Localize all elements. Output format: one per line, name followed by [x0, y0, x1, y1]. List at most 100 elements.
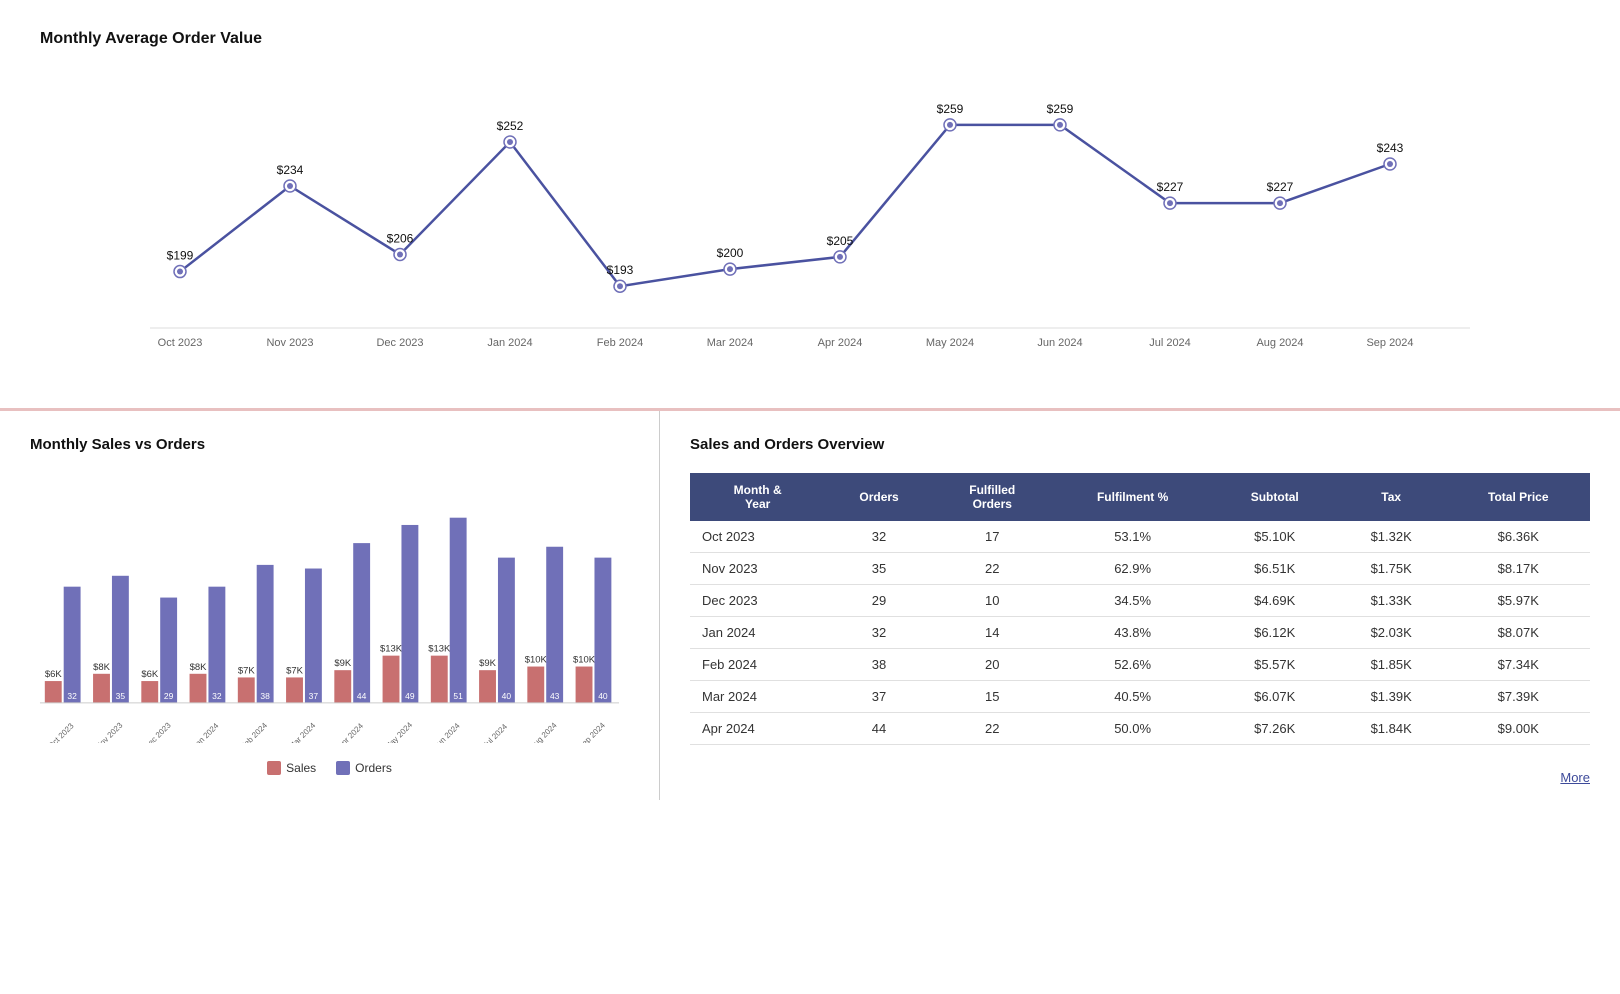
svg-text:43: 43 — [550, 691, 560, 701]
table-cell: $5.10K — [1214, 521, 1336, 553]
line-chart-svg: $199Oct 2023$234Nov 2023$206Dec 2023$252… — [40, 68, 1580, 368]
svg-text:$9K: $9K — [334, 658, 352, 669]
svg-text:Aug 2024: Aug 2024 — [528, 720, 559, 743]
legend-sales-box — [267, 761, 281, 775]
col-orders: Orders — [825, 473, 933, 521]
svg-text:44: 44 — [357, 691, 367, 701]
table-cell: 10 — [933, 585, 1052, 617]
legend-orders-box — [336, 761, 350, 775]
table-cell: $6.51K — [1214, 553, 1336, 585]
table-cell: 40.5% — [1052, 681, 1214, 713]
table-row: Mar 2024371540.5%$6.07K$1.39K$7.39K — [690, 681, 1590, 713]
svg-text:29: 29 — [164, 691, 174, 701]
legend-orders-label: Orders — [355, 761, 392, 775]
svg-text:Dec 2023: Dec 2023 — [376, 337, 423, 349]
svg-text:Jun 2024: Jun 2024 — [1037, 337, 1082, 349]
svg-text:32: 32 — [67, 691, 77, 701]
svg-text:Jun 2024: Jun 2024 — [432, 721, 462, 743]
svg-text:$234: $234 — [277, 163, 304, 177]
table-cell: 32 — [825, 617, 933, 649]
table-row: Apr 2024442250.0%$7.26K$1.84K$9.00K — [690, 713, 1590, 745]
svg-text:Jan 2024: Jan 2024 — [191, 721, 221, 743]
table-cell: 34.5% — [1052, 585, 1214, 617]
svg-text:49: 49 — [405, 691, 415, 701]
svg-text:$9K: $9K — [479, 658, 497, 669]
legend-sales-label: Sales — [286, 761, 316, 775]
table-cell: 22 — [933, 713, 1052, 745]
table-cell: $7.39K — [1447, 681, 1590, 713]
table-cell: $5.57K — [1214, 649, 1336, 681]
page: Monthly Average Order Value $199Oct 2023… — [0, 0, 1620, 994]
table-body: Oct 2023321753.1%$5.10K$1.32K$6.36KNov 2… — [690, 521, 1590, 745]
more-link[interactable]: More — [1560, 770, 1590, 785]
svg-text:38: 38 — [260, 691, 270, 701]
table-row: Oct 2023321753.1%$5.10K$1.32K$6.36K — [690, 521, 1590, 553]
table-cell: $7.34K — [1447, 649, 1590, 681]
table-cell: Nov 2023 — [690, 553, 825, 585]
svg-text:$252: $252 — [497, 119, 524, 133]
table-cell: 44 — [825, 713, 933, 745]
svg-text:$6K: $6K — [141, 669, 159, 680]
table-cell: $9.00K — [1447, 713, 1590, 745]
svg-text:Aug 2024: Aug 2024 — [1256, 337, 1303, 349]
table-cell: 43.8% — [1052, 617, 1214, 649]
table-cell: $8.07K — [1447, 617, 1590, 649]
overview-table: Month &Year Orders FulfilledOrders Fulfi… — [690, 473, 1590, 745]
svg-text:$259: $259 — [1047, 102, 1074, 116]
svg-text:$7K: $7K — [286, 665, 304, 676]
svg-text:Dec 2023: Dec 2023 — [142, 720, 173, 743]
svg-text:40: 40 — [502, 691, 512, 701]
svg-text:Oct 2023: Oct 2023 — [46, 721, 76, 743]
svg-text:Apr 2024: Apr 2024 — [336, 721, 366, 743]
bottom-right: Sales and Orders Overview Month &Year Or… — [660, 411, 1620, 800]
bottom-left: Monthly Sales vs Orders $6K 32 Oct 2023 $8K… — [0, 411, 660, 800]
bottom-section: Monthly Sales vs Orders $6K 32 Oct 2023 $8K… — [0, 410, 1620, 800]
table-cell: $5.97K — [1447, 585, 1590, 617]
col-fulfilled: FulfilledOrders — [933, 473, 1052, 521]
svg-text:$259: $259 — [937, 102, 964, 116]
bar-chart-title: Monthly Sales vs Orders — [30, 436, 629, 453]
table-cell: 14 — [933, 617, 1052, 649]
svg-text:$200: $200 — [717, 246, 744, 260]
col-month: Month &Year — [690, 473, 825, 521]
table-cell: 15 — [933, 681, 1052, 713]
svg-text:$193: $193 — [607, 263, 634, 277]
svg-text:51: 51 — [453, 691, 463, 701]
svg-text:$13K: $13K — [380, 644, 403, 655]
table-row: Nov 2023352262.9%$6.51K$1.75K$8.17K — [690, 553, 1590, 585]
svg-text:Feb 2024: Feb 2024 — [597, 337, 643, 349]
svg-text:$8K: $8K — [93, 662, 111, 673]
svg-text:$7K: $7K — [238, 665, 256, 676]
table-cell: $2.03K — [1336, 617, 1447, 649]
table-cell: 50.0% — [1052, 713, 1214, 745]
table-row: Feb 2024382052.6%$5.57K$1.85K$7.34K — [690, 649, 1590, 681]
top-section: Monthly Average Order Value $199Oct 2023… — [0, 0, 1620, 410]
chart-legend: Sales Orders — [30, 761, 629, 775]
table-cell: $1.32K — [1336, 521, 1447, 553]
svg-text:Jan 2024: Jan 2024 — [487, 337, 532, 349]
table-cell: $6.12K — [1214, 617, 1336, 649]
svg-text:Mar 2024: Mar 2024 — [287, 721, 318, 743]
col-total: Total Price — [1447, 473, 1590, 521]
svg-text:$13K: $13K — [428, 644, 451, 655]
table-cell: Feb 2024 — [690, 649, 825, 681]
bar-chart-container: $6K32Oct 2023$8K35Nov 2023$6K29Dec 2023$… — [30, 473, 629, 753]
svg-text:Feb 2024: Feb 2024 — [239, 721, 270, 743]
legend-orders: Orders — [336, 761, 392, 775]
table-cell: $4.69K — [1214, 585, 1336, 617]
table-cell: $6.36K — [1447, 521, 1590, 553]
svg-text:40: 40 — [598, 691, 608, 701]
table-cell: 35 — [825, 553, 933, 585]
svg-text:$205: $205 — [827, 234, 854, 248]
svg-text:Nov 2023: Nov 2023 — [94, 720, 125, 743]
svg-text:$10K: $10K — [525, 655, 548, 666]
table-cell: Oct 2023 — [690, 521, 825, 553]
table-cell: $8.17K — [1447, 553, 1590, 585]
table-cell: 17 — [933, 521, 1052, 553]
table-cell: Jan 2024 — [690, 617, 825, 649]
svg-text:37: 37 — [309, 691, 319, 701]
svg-text:Sep 2024: Sep 2024 — [1366, 337, 1413, 349]
svg-text:$227: $227 — [1267, 180, 1294, 194]
svg-text:$243: $243 — [1377, 141, 1404, 155]
table-row: Dec 2023291034.5%$4.69K$1.33K$5.97K — [690, 585, 1590, 617]
